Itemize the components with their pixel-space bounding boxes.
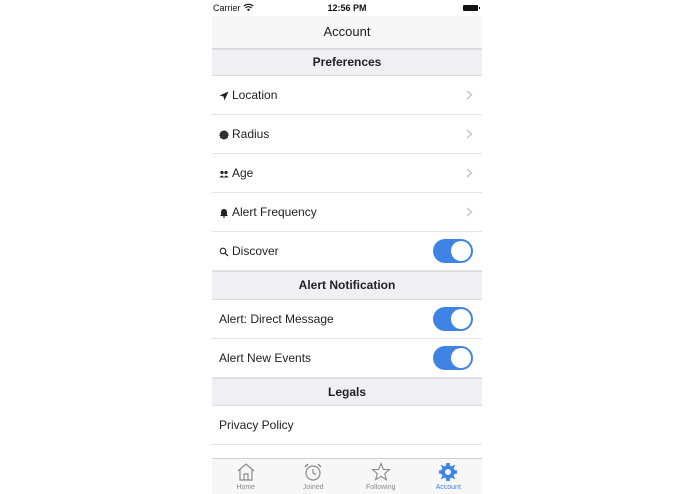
discover-toggle[interactable]	[433, 239, 473, 263]
section-header-alert-notification: Alert Notification	[212, 271, 482, 300]
row-label: Discover	[232, 244, 279, 258]
tab-account[interactable]: Account	[415, 459, 483, 494]
phone-screen: Carrier 12:56 PM Account Preferences Loc…	[212, 0, 482, 494]
row-label: Age	[232, 166, 254, 180]
section-header-label: Alert Notification	[298, 278, 396, 292]
tab-label: Joined	[302, 484, 324, 491]
chevron-right-icon	[466, 168, 473, 178]
row-alert-direct-message: Alert: Direct Message	[212, 300, 482, 339]
tab-bar: Home Joined Following Account	[212, 458, 482, 494]
chevron-right-icon	[466, 90, 473, 100]
chevron-right-icon	[466, 207, 473, 217]
tab-label: Following	[365, 484, 396, 491]
row-label: Privacy Policy	[219, 418, 294, 432]
tab-following[interactable]: Following	[347, 459, 415, 494]
location-arrow-icon	[219, 91, 229, 100]
section-header-label: Legals	[327, 385, 366, 399]
row-label: Alert: Direct Message	[219, 312, 334, 326]
section-header-legals: Legals	[212, 378, 482, 406]
status-time: 12:56 PM	[327, 3, 367, 13]
tab-home[interactable]: Home	[212, 459, 280, 494]
row-label: Location	[232, 88, 278, 102]
star-icon	[370, 462, 391, 482]
row-age[interactable]: Age	[212, 154, 482, 193]
row-alert-frequency[interactable]: Alert Frequency	[212, 193, 482, 232]
gear-icon	[439, 463, 458, 481]
search-icon	[219, 247, 229, 256]
section-header-label: Preferences	[312, 55, 382, 69]
tab-joined[interactable]: Joined	[280, 459, 348, 494]
tab-label: Account	[435, 484, 461, 491]
alert-new-events-toggle[interactable]	[433, 346, 473, 370]
tab-label: Home	[236, 484, 256, 491]
battery-icon	[463, 5, 480, 11]
row-location[interactable]: Location	[212, 76, 482, 115]
bell-icon	[220, 208, 228, 218]
row-label: Alert Frequency	[232, 205, 317, 219]
page-title: Account	[323, 24, 371, 39]
alert-direct-message-toggle[interactable]	[433, 307, 473, 331]
row-discover: Discover	[212, 232, 482, 271]
toggle-knob	[451, 309, 471, 329]
radius-dot-icon	[219, 129, 229, 140]
row-alert-new-events: Alert New Events	[212, 339, 482, 378]
people-icon	[219, 170, 229, 177]
row-label: Alert New Events	[219, 351, 312, 365]
navigation-bar: Account	[212, 16, 482, 49]
row-radius[interactable]: Radius	[212, 115, 482, 154]
alarm-clock-icon	[304, 463, 322, 481]
chevron-right-icon	[466, 129, 473, 139]
toggle-knob	[451, 241, 471, 261]
toggle-knob	[451, 348, 471, 368]
status-bar: Carrier 12:56 PM	[212, 0, 482, 16]
section-header-preferences: Preferences	[212, 49, 482, 76]
row-label: Radius	[232, 127, 270, 141]
home-icon	[237, 463, 255, 481]
row-privacy-policy[interactable]: Privacy Policy	[212, 406, 482, 445]
